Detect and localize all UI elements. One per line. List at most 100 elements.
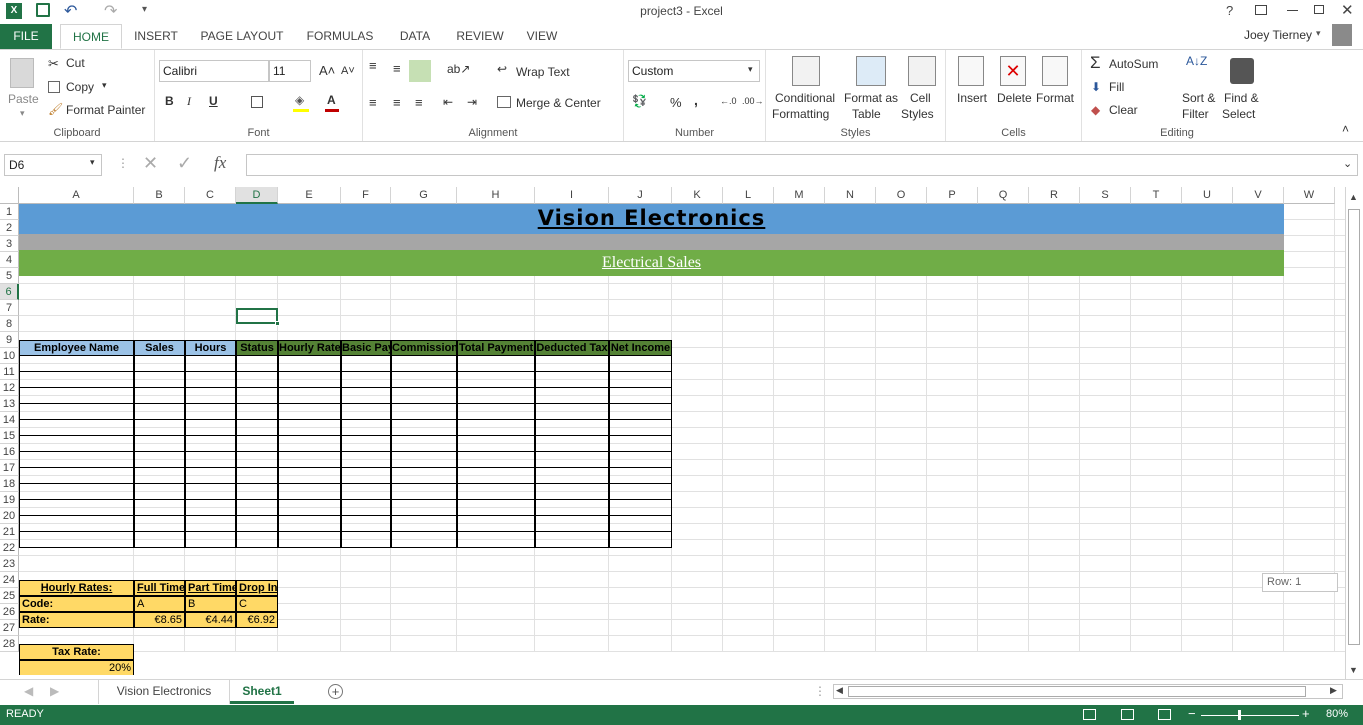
underline-button[interactable]: U — [209, 94, 218, 108]
column-header[interactable]: D — [236, 187, 278, 204]
table-cell[interactable] — [134, 372, 185, 388]
table-cell[interactable] — [236, 500, 278, 516]
paste-icon[interactable] — [10, 58, 34, 88]
row-header[interactable]: 11 — [0, 364, 19, 380]
font-name-select[interactable]: Calibri — [159, 60, 269, 82]
cut-button[interactable]: Cut — [66, 56, 85, 70]
rate-value[interactable]: €6.92 — [236, 612, 278, 628]
row-header[interactable]: 24 — [0, 572, 19, 588]
find-select-line2[interactable]: Select — [1222, 107, 1255, 121]
zoom-level[interactable]: 80% — [1326, 708, 1348, 720]
column-header[interactable]: M — [774, 187, 825, 204]
table-cell[interactable] — [391, 388, 457, 404]
user-menu-chevron-icon[interactable]: ▾ — [1316, 28, 1321, 39]
font-color-icon[interactable]: A — [327, 93, 336, 107]
table-cell[interactable] — [341, 356, 391, 372]
column-header[interactable]: B — [134, 187, 185, 204]
table-cell[interactable] — [236, 372, 278, 388]
row-header[interactable]: 26 — [0, 604, 19, 620]
table-cell[interactable] — [134, 420, 185, 436]
comma-style-button[interactable]: , — [694, 92, 698, 108]
table-cell[interactable] — [341, 500, 391, 516]
table-cell[interactable] — [391, 500, 457, 516]
table-cell[interactable] — [19, 372, 134, 388]
table-cell[interactable] — [341, 420, 391, 436]
ribbon-display-icon[interactable] — [1255, 5, 1267, 15]
table-cell[interactable] — [185, 484, 236, 500]
table-header-cell[interactable]: Sales — [134, 340, 185, 356]
row-header[interactable]: 10 — [0, 348, 19, 364]
table-cell[interactable] — [535, 484, 609, 500]
table-cell[interactable] — [134, 516, 185, 532]
formula-input[interactable] — [246, 154, 1358, 176]
table-cell[interactable] — [341, 372, 391, 388]
tab-page-layout[interactable]: PAGE LAYOUT — [196, 24, 288, 49]
table-cell[interactable] — [236, 516, 278, 532]
table-header-cell[interactable]: Total Payment — [457, 340, 535, 356]
row-header[interactable]: 5 — [0, 268, 19, 284]
column-header[interactable]: K — [672, 187, 723, 204]
tab-insert[interactable]: INSERT — [128, 24, 184, 49]
table-cell[interactable] — [341, 388, 391, 404]
tax-value[interactable]: 20% — [19, 660, 134, 675]
column-header[interactable]: R — [1029, 187, 1080, 204]
table-header-cell[interactable]: Hourly Rate — [278, 340, 341, 356]
table-cell[interactable] — [391, 436, 457, 452]
table-cell[interactable] — [341, 484, 391, 500]
align-right-icon[interactable]: ≡ — [415, 95, 423, 110]
table-cell[interactable] — [185, 516, 236, 532]
cell-styles-line2[interactable]: Styles — [901, 107, 934, 121]
table-cell[interactable] — [19, 500, 134, 516]
table-cell[interactable] — [457, 468, 535, 484]
row-header[interactable]: 28 — [0, 636, 19, 652]
cancel-icon[interactable]: ✕ — [143, 153, 158, 174]
tab-home[interactable]: HOME — [60, 24, 122, 49]
close-icon[interactable]: ✕ — [1341, 1, 1354, 19]
table-header-cell[interactable]: Employee Name — [19, 340, 134, 356]
table-cell[interactable] — [278, 356, 341, 372]
fill-handle[interactable] — [275, 321, 280, 326]
column-header[interactable]: H — [457, 187, 535, 204]
find-select-button[interactable]: Find & — [1224, 91, 1259, 105]
copy-chevron-icon[interactable]: ▾ — [102, 80, 107, 91]
middle-align-icon[interactable]: ≡ — [393, 61, 401, 76]
table-cell[interactable] — [185, 468, 236, 484]
table-header-cell[interactable]: Hours — [185, 340, 236, 356]
row-header[interactable]: 8 — [0, 316, 19, 332]
format-button[interactable]: Format — [1036, 91, 1074, 105]
percent-style-button[interactable]: % — [670, 95, 682, 110]
table-cell[interactable] — [278, 420, 341, 436]
fill-button[interactable]: Fill — [1109, 80, 1124, 94]
table-cell[interactable] — [535, 452, 609, 468]
column-header[interactable]: E — [278, 187, 341, 204]
column-header[interactable]: V — [1233, 187, 1284, 204]
table-cell[interactable] — [535, 356, 609, 372]
orientation-icon[interactable]: ab↗ — [447, 62, 470, 76]
worksheet-grid[interactable]: A B C D E F G H I J K L M N O P Q R S T U V W 1 2 3 4 5 6 7 8 9 10 11 12 13… — [0, 187, 1345, 675]
table-cell[interactable] — [391, 356, 457, 372]
table-header-cell[interactable]: Net Income — [609, 340, 672, 356]
column-header[interactable]: O — [876, 187, 927, 204]
autosum-button[interactable]: AutoSum — [1109, 57, 1158, 71]
table-cell[interactable] — [134, 484, 185, 500]
column-header[interactable]: U — [1182, 187, 1233, 204]
table-cell[interactable] — [134, 532, 185, 548]
table-cell[interactable] — [185, 452, 236, 468]
table-cell[interactable] — [185, 420, 236, 436]
zoom-in-icon[interactable]: + — [1302, 706, 1310, 721]
table-cell[interactable] — [278, 484, 341, 500]
row-header[interactable]: 9 — [0, 332, 19, 348]
table-cell[interactable] — [134, 452, 185, 468]
table-cell[interactable] — [535, 372, 609, 388]
table-cell[interactable] — [341, 404, 391, 420]
row-header[interactable]: 19 — [0, 492, 19, 508]
tab-review[interactable]: REVIEW — [450, 24, 510, 49]
column-header[interactable]: I — [535, 187, 609, 204]
select-all-corner[interactable] — [0, 187, 19, 204]
column-header[interactable]: G — [391, 187, 457, 204]
table-cell[interactable] — [236, 468, 278, 484]
vertical-scrollbar[interactable]: ▲ ▼ — [1345, 187, 1363, 679]
column-header[interactable]: F — [341, 187, 391, 204]
table-cell[interactable] — [535, 436, 609, 452]
table-cell[interactable] — [236, 436, 278, 452]
